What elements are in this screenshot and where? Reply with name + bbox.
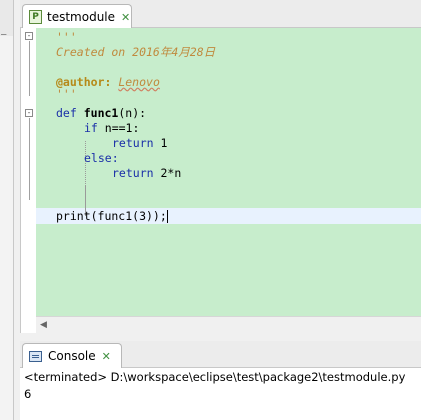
function-name: func1	[83, 106, 119, 120]
code-line-return-2: return 2*n	[112, 166, 181, 181]
python-file-icon: P	[29, 10, 42, 24]
if-condition: n==1:	[97, 121, 140, 135]
code-line-else: else:	[84, 151, 119, 166]
console-output[interactable]: <terminated> D:\workspace\eclipse\test\p…	[20, 368, 421, 420]
code-line-if: if n==1:	[84, 121, 139, 136]
docstring-created: Created on 2016年4月28日	[56, 45, 216, 59]
keyword-else: else:	[84, 151, 119, 165]
tab-label: testmodule	[47, 10, 116, 24]
scroll-left-icon[interactable]: ◀	[40, 320, 47, 330]
left-panel-strip: –	[0, 0, 14, 420]
code-editor[interactable]: - - ''' Created on 2016年4月28日 @author: L…	[20, 28, 421, 333]
console-terminated-line: <terminated> D:\workspace\eclipse\test\p…	[24, 370, 406, 384]
keyword-def: def	[56, 106, 77, 120]
left-panel-body	[0, 36, 13, 420]
code-line-print: print(func1(3));	[56, 209, 168, 224]
keyword-return: return	[112, 136, 154, 150]
console-icon	[29, 350, 42, 362]
editor-gutter: - -	[21, 28, 36, 316]
fold-range-line	[29, 118, 30, 200]
console-output-line: 6	[24, 387, 32, 401]
code-line-def: def func1(n):	[56, 106, 146, 121]
text-caret	[166, 210, 168, 223]
console-tab-bar: Console ✕	[20, 341, 421, 368]
code-background	[36, 28, 421, 316]
close-icon[interactable]: ✕	[102, 350, 111, 363]
docstring-close: '''	[56, 87, 77, 101]
keyword-return: return	[112, 166, 154, 180]
fold-collapse-icon[interactable]: -	[25, 109, 33, 117]
author-name: Lenovo	[118, 75, 160, 89]
print-statement: print(func1(3));	[56, 209, 167, 223]
editor-tab-bar: P testmodule ✕	[20, 0, 421, 29]
keyword-if: if	[84, 121, 98, 135]
console-tab-label: Console	[48, 349, 96, 363]
docstring-open: '''	[56, 30, 77, 44]
code-line-return-1: return 1	[112, 136, 167, 151]
tab-testmodule[interactable]: P testmodule ✕	[22, 4, 132, 29]
tab-console[interactable]: Console ✕	[22, 343, 122, 368]
fold-collapse-icon[interactable]: -	[25, 32, 33, 40]
fold-range-line	[29, 41, 30, 96]
return-value: 2*n	[153, 166, 182, 180]
def-params: (n):	[118, 106, 147, 120]
horizontal-scrollbar[interactable]: ◀	[36, 316, 421, 333]
return-value: 1	[153, 136, 168, 150]
close-icon[interactable]: ✕	[121, 11, 130, 24]
